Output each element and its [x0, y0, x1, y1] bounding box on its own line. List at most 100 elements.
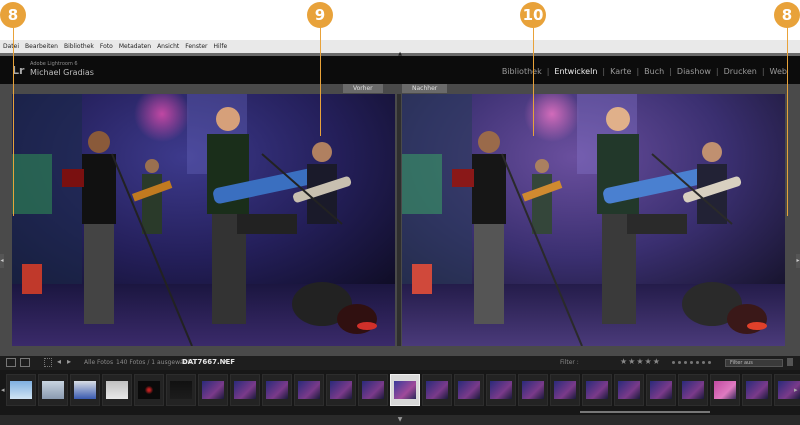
- filmstrip-thumbnail[interactable]: [550, 374, 580, 406]
- thumbnail-image: [10, 381, 32, 399]
- thumbnail-image: [138, 381, 160, 399]
- current-filename[interactable]: DAT7667.NEF: [182, 358, 235, 366]
- callout-badge-after: 10: [520, 2, 546, 28]
- thumbnail-image: [682, 381, 704, 399]
- module-picker: Bibliothek | Entwickeln | Karte | Buch |…: [497, 67, 792, 76]
- filmstrip-thumbnail[interactable]: [70, 374, 100, 406]
- menu-datei[interactable]: Datei: [3, 43, 19, 50]
- filter-label: Filter :: [560, 359, 579, 366]
- filmstrip-thumbnail[interactable]: [678, 374, 708, 406]
- filmstrip-thumbnail[interactable]: [742, 374, 772, 406]
- filmstrip-scrollbar[interactable]: [580, 411, 710, 413]
- before-photo[interactable]: [12, 94, 395, 346]
- filmstrip-thumbnail[interactable]: [454, 374, 484, 406]
- module-bibliothek[interactable]: Bibliothek: [497, 67, 547, 76]
- filmstrip-thumbnail[interactable]: [390, 374, 420, 406]
- source-label[interactable]: Alle Fotos: [84, 359, 113, 366]
- module-diashow[interactable]: Diashow: [672, 67, 716, 76]
- thumbnail-image: [714, 381, 736, 399]
- color-dot[interactable]: [684, 361, 687, 364]
- filmstrip-thumbnail[interactable]: [486, 374, 516, 406]
- screenshot-root: 8 9 10 8 Datei Bearbeiten Bibliothek Fot…: [0, 0, 800, 425]
- after-label: Nachher: [402, 84, 448, 93]
- filmstrip-thumbnail[interactable]: [358, 374, 388, 406]
- main-window-icon[interactable]: [6, 358, 16, 367]
- filmstrip-thumbnail[interactable]: [294, 374, 324, 406]
- thumbnail-image: [618, 381, 640, 399]
- right-panel-toggle[interactable]: ▸: [796, 254, 800, 268]
- thumbnail-image: [554, 381, 576, 399]
- filmstrip-thumbnail[interactable]: [326, 374, 356, 406]
- thumbnail-image: [234, 381, 256, 399]
- filter-preset-select[interactable]: Filter aus: [725, 359, 783, 367]
- callout-line-before: [320, 26, 321, 136]
- chevron-down-icon[interactable]: ▾: [224, 358, 227, 365]
- filmstrip-thumbnail[interactable]: [710, 374, 740, 406]
- callout-badge-before: 9: [307, 2, 333, 28]
- color-dot[interactable]: [678, 361, 681, 364]
- thumbnail-image: [394, 381, 416, 399]
- menu-bearbeiten[interactable]: Bearbeiten: [25, 43, 58, 50]
- color-label-filter[interactable]: [672, 361, 711, 364]
- bottom-panel-toggle[interactable]: ▼: [0, 415, 800, 425]
- color-dot[interactable]: [708, 361, 711, 364]
- product-name: Adobe Lightroom 6: [30, 61, 78, 67]
- second-window-icon[interactable]: [20, 358, 30, 367]
- filmstrip-thumbnail[interactable]: [518, 374, 548, 406]
- filmstrip-thumbnail[interactable]: [422, 374, 452, 406]
- grid-view-icon[interactable]: [44, 358, 52, 367]
- filmstrip-thumbnail[interactable]: [102, 374, 132, 406]
- filmstrip-thumbnail[interactable]: [134, 374, 164, 406]
- menu-fenster[interactable]: Fenster: [185, 43, 207, 50]
- menu-metadaten[interactable]: Metadaten: [119, 43, 151, 50]
- thumbnail-image: [170, 381, 192, 399]
- color-dot[interactable]: [702, 361, 705, 364]
- module-buch[interactable]: Buch: [639, 67, 669, 76]
- back-arrow-icon[interactable]: ◂: [57, 357, 61, 366]
- filmstrip-thumbnail[interactable]: [614, 374, 644, 406]
- filmstrip-thumbnail[interactable]: [582, 374, 612, 406]
- collapse-down-icon: ▼: [397, 416, 403, 423]
- filmstrip: ◂ ▸: [0, 370, 800, 415]
- module-drucken[interactable]: Drucken: [719, 67, 762, 76]
- thumbnail-image: [74, 381, 96, 399]
- menu-hilfe[interactable]: Hilfe: [214, 43, 228, 50]
- module-karte[interactable]: Karte: [605, 67, 636, 76]
- forward-arrow-icon[interactable]: ▸: [67, 357, 71, 366]
- compare-view: ◂ ▸ Vorher Nachher: [0, 84, 800, 356]
- color-dot[interactable]: [690, 361, 693, 364]
- callout-line-right: [787, 26, 788, 216]
- color-dot[interactable]: [672, 361, 675, 364]
- filmstrip-right-icon[interactable]: ▸: [794, 386, 799, 396]
- callout-badge-left: 8: [0, 2, 26, 28]
- color-dot[interactable]: [696, 361, 699, 364]
- filmstrip-thumbnail[interactable]: [230, 374, 260, 406]
- filmstrip-thumbnail[interactable]: [262, 374, 292, 406]
- module-entwickeln[interactable]: Entwickeln: [549, 67, 602, 76]
- left-panel-toggle[interactable]: ◂: [0, 254, 4, 268]
- thumbnail-image: [522, 381, 544, 399]
- filmstrip-toolbar: ◂ ▸ Alle Fotos 140 Fotos / 1 ausgewählt …: [0, 356, 800, 370]
- filmstrip-thumbnail[interactable]: [6, 374, 36, 406]
- thumbnail-image: [746, 381, 768, 399]
- lock-icon[interactable]: [787, 358, 793, 366]
- thumbnail-image: [650, 381, 672, 399]
- thumbnail-image: [202, 381, 224, 399]
- menu-foto[interactable]: Foto: [100, 43, 113, 50]
- menu-ansicht[interactable]: Ansicht: [157, 43, 179, 50]
- thumbnail-image: [266, 381, 288, 399]
- after-photo[interactable]: [402, 94, 785, 346]
- menu-bibliothek[interactable]: Bibliothek: [64, 43, 94, 50]
- thumbnail-image: [42, 381, 64, 399]
- filmstrip-thumbnail[interactable]: [166, 374, 196, 406]
- rating-filter-stars[interactable]: ★★★★★: [620, 357, 661, 366]
- concert-photo-before: [12, 94, 395, 346]
- filmstrip-thumbnail[interactable]: [38, 374, 68, 406]
- filmstrip-thumbnail[interactable]: [646, 374, 676, 406]
- thumbnail-image: [458, 381, 480, 399]
- pane-divider: [397, 94, 401, 346]
- thumbnail-image: [490, 381, 512, 399]
- filmstrip-thumbnail[interactable]: [198, 374, 228, 406]
- user-name: Michael Gradias: [30, 68, 94, 77]
- callout-line-after: [533, 26, 534, 136]
